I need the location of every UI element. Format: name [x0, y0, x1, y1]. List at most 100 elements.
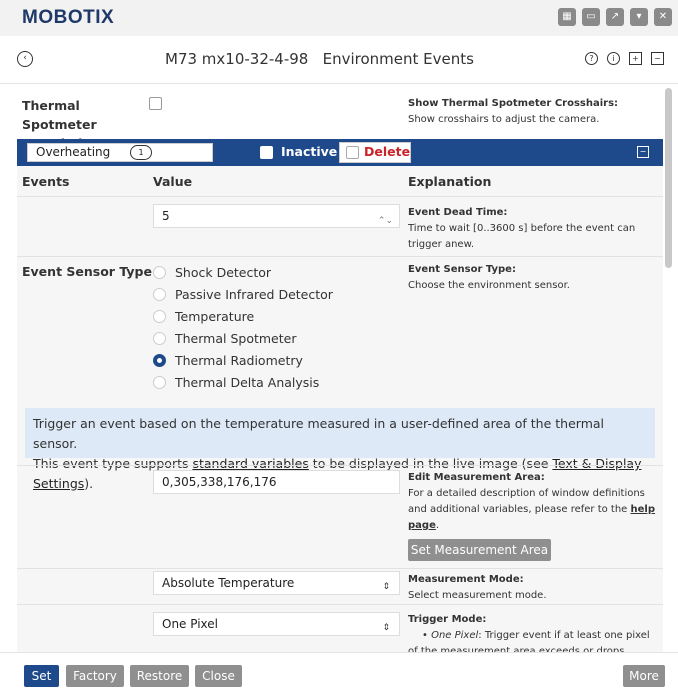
sensor-type-label: Event Sensor Type	[22, 264, 152, 279]
radio-temperature[interactable]: Temperature	[153, 308, 254, 324]
measurement-mode-select[interactable]: Absolute Temperature ⇕	[153, 571, 400, 595]
info-icon[interactable]: i	[607, 52, 620, 65]
restore-button[interactable]: Restore	[130, 665, 189, 687]
header-events: Events	[22, 174, 70, 189]
info-text: to be displayed in the live image (see	[308, 456, 553, 471]
crosshairs-checkbox[interactable]	[149, 97, 162, 110]
crosshairs-exp-text: Show crosshairs to adjust the camera.	[408, 114, 600, 125]
radio-button[interactable]	[153, 265, 166, 279]
info-line-1: Trigger an event based on the temperatur…	[33, 416, 605, 451]
radio-label: Thermal Delta Analysis	[175, 374, 320, 390]
radio-thermal-spotmeter[interactable]: Thermal Spotmeter	[153, 330, 296, 346]
title-bar: ‹ M73 mx10-32-4-98 Environment Events ? …	[0, 36, 678, 84]
measurement-area-value: 0,305,338,176,176	[162, 475, 277, 489]
crosshairs-explanation: Show Thermal Spotmeter Crosshairs: Show …	[408, 96, 658, 128]
radio-button[interactable]	[153, 331, 166, 345]
more-button[interactable]: More	[623, 665, 665, 687]
standard-variables-link[interactable]: standard variables	[192, 456, 308, 471]
title-icons: ? i + −	[585, 52, 664, 65]
delete-toggle[interactable]: Delete	[339, 142, 411, 163]
radio-passive-infrared[interactable]: Passive Infrared Detector	[153, 286, 333, 302]
measurement-area-exp-end: .	[435, 520, 440, 531]
dead-time-input[interactable]: 5 ⌃⌄	[153, 204, 400, 228]
select-arrow-icon: ⇕	[382, 623, 390, 633]
separator	[17, 568, 663, 569]
factory-button[interactable]: Factory	[66, 665, 124, 687]
external-link-icon[interactable]: ↗	[606, 8, 624, 26]
inactive-label: Inactive	[281, 144, 338, 159]
delete-checkbox[interactable]	[346, 146, 359, 159]
trigger-mode-explanation: Trigger Mode: • One Pixel: Trigger event…	[408, 612, 658, 652]
help-icon[interactable]: ?	[585, 52, 598, 65]
header-value: Value	[153, 174, 193, 189]
separator	[17, 604, 663, 605]
collapse-all-icon[interactable]: −	[651, 52, 664, 65]
info-text: ).	[84, 476, 94, 491]
crosshairs-exp-title: Show Thermal Spotmeter Crosshairs:	[408, 98, 619, 109]
radio-label: Temperature	[175, 308, 255, 324]
info-text: This event type supports	[33, 456, 193, 471]
measurement-area-input[interactable]: 0,305,338,176,176	[153, 470, 400, 494]
mobotix-logo: MOBOTIX	[22, 7, 115, 28]
measurement-mode-explanation: Measurement Mode: Select measurement mod…	[408, 572, 658, 604]
content-area: Thermal Spotmeter Crosshairs Show Therma…	[17, 84, 663, 652]
profile-name-input[interactable]: Overheating 1	[27, 143, 213, 162]
window-icon[interactable]: ▭	[582, 8, 600, 26]
close-window-icon[interactable]: ✕	[654, 8, 672, 26]
dead-time-value: 5	[162, 209, 170, 223]
measurement-mode-exp-title: Measurement Mode:	[408, 574, 524, 585]
measurement-area-exp-text: For a detailed description of window def…	[408, 488, 645, 515]
settings-table: Events Value Explanation 5 ⌃⌄ Event Dead…	[17, 166, 663, 652]
dead-time-exp-title: Event Dead Time:	[408, 207, 508, 218]
page-title: M73 mx10-32-4-98 Environment Events	[165, 50, 474, 68]
top-bar: MOBOTIX ▦ ▭ ↗ ▾ ✕	[0, 0, 678, 36]
radio-label: Shock Detector	[175, 264, 272, 280]
close-button[interactable]: Close	[195, 665, 242, 687]
inactive-checkbox[interactable]	[260, 146, 273, 159]
sensor-type-explanation: Event Sensor Type: Choose the environmen…	[408, 262, 658, 294]
spinner-icon[interactable]: ⌃⌄	[378, 210, 393, 232]
radio-button[interactable]	[153, 375, 166, 389]
header-explanation: Explanation	[408, 174, 492, 189]
dead-time-exp-text: Time to wait [0..3600 s] before the even…	[408, 223, 636, 250]
trigger-mode-exp-title: Trigger Mode:	[408, 614, 487, 625]
dead-time-explanation: Event Dead Time: Time to wait [0..3600 s…	[408, 205, 658, 253]
radio-thermal-delta[interactable]: Thermal Delta Analysis	[153, 374, 319, 390]
radio-button-selected[interactable]	[153, 353, 166, 367]
measurement-area-explanation: Edit Measurement Area: For a detailed de…	[408, 470, 658, 534]
radio-label: Thermal Radiometry	[175, 352, 303, 368]
collapse-section-icon[interactable]: −	[637, 146, 649, 158]
trigger-mode-bullet: • One Pixel: Trigger event if at least o…	[408, 630, 650, 652]
top-icons: ▦ ▭ ↗ ▾ ✕	[558, 8, 672, 26]
radio-button[interactable]	[153, 309, 166, 323]
bottom-bar: Set Factory Restore Close More	[0, 652, 678, 697]
profile-number-badge: 1	[130, 145, 152, 160]
separator	[17, 196, 663, 197]
set-button[interactable]: Set	[24, 665, 59, 687]
profile-name-value: Overheating	[36, 145, 111, 159]
back-icon[interactable]: ‹	[17, 51, 33, 67]
radio-thermal-radiometry[interactable]: Thermal Radiometry	[153, 352, 303, 368]
expand-all-icon[interactable]: +	[629, 52, 642, 65]
set-measurement-area-button[interactable]: Set Measurement Area	[408, 539, 551, 561]
grid-icon[interactable]: ▦	[558, 8, 576, 26]
radio-button[interactable]	[153, 287, 166, 301]
measurement-mode-value: Absolute Temperature	[162, 576, 295, 590]
chevron-down-icon[interactable]: ▾	[630, 8, 648, 26]
separator	[17, 465, 663, 466]
sensor-type-exp-title: Event Sensor Type:	[408, 264, 516, 275]
info-box: Trigger an event based on the temperatur…	[25, 408, 655, 491]
delete-label: Delete	[364, 144, 411, 159]
radio-shock-detector[interactable]: Shock Detector	[153, 264, 271, 280]
radio-label: Thermal Spotmeter	[175, 330, 297, 346]
trigger-mode-select[interactable]: One Pixel ⇕	[153, 612, 400, 636]
profile-bar: Overheating 1 Inactive Delete −	[17, 139, 663, 166]
sensor-type-exp-text: Choose the environment sensor.	[408, 280, 570, 291]
scrollbar-thumb[interactable]	[665, 88, 672, 268]
measurement-mode-exp-text: Select measurement mode.	[408, 590, 547, 601]
separator	[17, 256, 663, 257]
measurement-area-exp-title: Edit Measurement Area:	[408, 472, 545, 483]
trigger-bullet-term: One Pixel	[431, 630, 479, 641]
scrollbar[interactable]	[665, 88, 672, 648]
crosshairs-row: Thermal Spotmeter Crosshairs Show Therma…	[17, 84, 663, 151]
